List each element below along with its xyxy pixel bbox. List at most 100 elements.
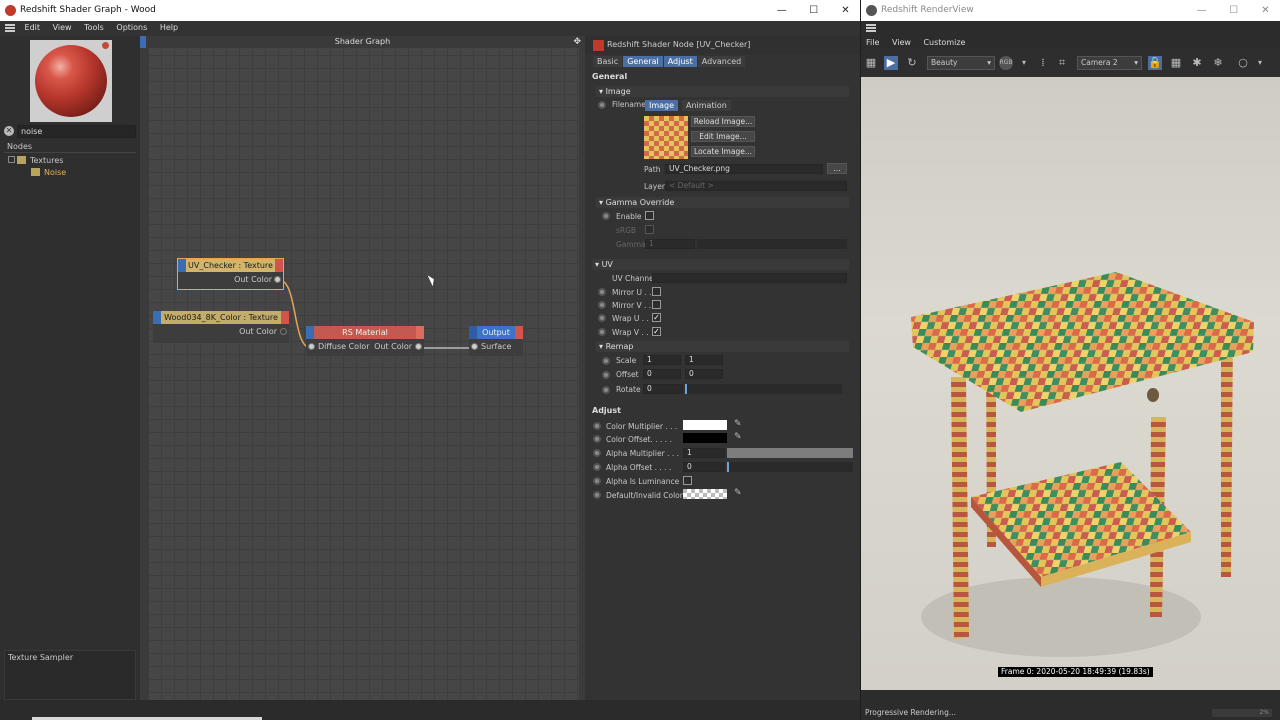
alpha-luminance-checkbox[interactable] <box>683 476 692 485</box>
rotate-slider[interactable] <box>685 384 842 394</box>
aov-select[interactable]: Beauty ▾ <box>927 56 995 70</box>
tab-basic[interactable]: Basic <box>593 56 623 67</box>
reload-image-button[interactable]: Reload Image... <box>691 116 755 127</box>
gamma-input[interactable]: 1 <box>645 239 695 249</box>
gamma-slider[interactable] <box>697 239 847 249</box>
enable-checkbox[interactable] <box>645 211 654 220</box>
play-render-icon[interactable]: ▶ <box>884 56 898 70</box>
render-menu-view[interactable]: View <box>887 37 916 49</box>
color-multiplier-keyframe-icon[interactable] <box>593 422 601 430</box>
collapse-icon[interactable] <box>8 156 15 163</box>
tree-item-noise[interactable]: Noise <box>31 167 66 178</box>
snowflake-icon[interactable]: ✱ <box>1190 56 1204 70</box>
wrap-v-checkbox[interactable]: ✓ <box>652 327 661 336</box>
alpha-multiplier-slider[interactable] <box>727 448 853 458</box>
node-search-input[interactable] <box>17 125 136 138</box>
grid-icon[interactable]: ▦ <box>1169 56 1183 70</box>
snowflake-settings-icon[interactable]: ❄ <box>1211 56 1225 70</box>
render-menu-customize[interactable]: Customize <box>918 37 970 49</box>
node-output[interactable]: Output Surface <box>469 326 523 356</box>
output-port-icon[interactable] <box>274 276 281 283</box>
alpha-offset-input[interactable]: 0 <box>683 462 725 472</box>
lock-icon[interactable]: 🔒 <box>1148 56 1162 70</box>
crop-icon[interactable]: ⌗ <box>1055 56 1069 70</box>
render-minimize-button[interactable]: — <box>1187 0 1216 21</box>
offset-keyframe-icon[interactable] <box>602 371 610 379</box>
filename-keyframe-icon[interactable] <box>598 101 606 109</box>
srgb-checkbox[interactable] <box>645 225 654 234</box>
clear-search-icon[interactable]: ✕ <box>4 126 14 136</box>
default-color-keyframe-icon[interactable] <box>593 491 601 499</box>
remap-group[interactable]: ▾ Remap <box>596 341 849 352</box>
input-port-icon[interactable] <box>471 343 478 350</box>
layer-select[interactable]: < Default > <box>665 181 847 191</box>
image-group[interactable]: ▾ Image <box>596 86 849 97</box>
color-offset-swatch[interactable] <box>683 433 727 443</box>
close-button[interactable]: ✕ <box>831 0 860 21</box>
color-multiplier-swatch[interactable] <box>683 420 727 430</box>
menu-options[interactable]: Options <box>111 21 152 35</box>
wrap-u-keyframe-icon[interactable] <box>598 314 606 322</box>
output-port-icon[interactable] <box>415 343 422 350</box>
node-uv-checker[interactable]: UV_Checker : Texture Out Color <box>177 258 284 290</box>
wrap-v-keyframe-icon[interactable] <box>598 328 606 336</box>
uv-channel-input[interactable] <box>652 273 847 283</box>
alpha-luminance-keyframe-icon[interactable] <box>593 477 601 485</box>
alpha-offset-slider[interactable] <box>727 462 853 472</box>
minimize-button[interactable]: — <box>767 0 796 21</box>
tree-item-textures[interactable]: Textures <box>8 155 63 166</box>
circle-icon[interactable]: ○ <box>1236 56 1250 70</box>
rotate-input[interactable]: 0 <box>643 384 683 394</box>
mirror-v-keyframe-icon[interactable] <box>598 301 606 309</box>
mirror-v-checkbox[interactable] <box>652 300 661 309</box>
enable-keyframe-icon[interactable] <box>602 212 610 220</box>
eyedropper-icon[interactable]: ✎ <box>734 489 743 498</box>
menu-help[interactable]: Help <box>155 21 183 35</box>
render-menu-file[interactable]: File <box>861 37 884 49</box>
maximize-button[interactable]: ☐ <box>799 0 828 21</box>
refresh-icon[interactable]: ↻ <box>905 56 919 70</box>
dots-icon[interactable]: ⁞ <box>1036 56 1050 70</box>
tab-general[interactable]: General <box>623 56 663 67</box>
edit-image-button[interactable]: Edit Image... <box>691 131 755 142</box>
mirror-u-checkbox[interactable] <box>652 287 661 296</box>
menu-view[interactable]: View <box>48 21 77 35</box>
chevron-down-icon[interactable]: ▾ <box>1017 56 1031 70</box>
node-rs-material[interactable]: RS Material Diffuse Color Out Color <box>306 326 424 356</box>
alpha-multiplier-input[interactable]: 1 <box>683 448 725 458</box>
eyedropper-icon[interactable]: ✎ <box>734 420 743 429</box>
tab-adjust[interactable]: Adjust <box>663 56 697 67</box>
node-wood-texture[interactable]: Wood034_8K_Color : Texture Out Color <box>153 311 289 343</box>
offset-x-input[interactable]: 0 <box>643 369 681 379</box>
color-offset-keyframe-icon[interactable] <box>593 435 601 443</box>
eyedropper-icon[interactable]: ✎ <box>734 433 743 442</box>
rotate-keyframe-icon[interactable] <box>602 386 610 394</box>
camera-select[interactable]: Camera 2 ▾ <box>1077 56 1142 70</box>
tab-advanced[interactable]: Advanced <box>697 56 746 67</box>
uv-group[interactable]: ▾ UV <box>592 259 849 270</box>
shader-graph-canvas[interactable]: Shader Graph ✥ UV_Checker : Texture Out … <box>140 36 585 700</box>
hamburger-icon[interactable] <box>5 24 15 32</box>
menu-tools[interactable]: Tools <box>79 21 109 35</box>
alpha-offset-keyframe-icon[interactable] <box>593 463 601 471</box>
render-close-button[interactable]: ✕ <box>1251 0 1280 21</box>
file-tab-animation[interactable]: Animation <box>682 100 731 111</box>
offset-y-input[interactable]: 0 <box>685 369 723 379</box>
preview-close-icon[interactable] <box>102 42 109 49</box>
film-icon[interactable]: ▦ <box>864 56 878 70</box>
input-port-icon[interactable] <box>308 343 315 350</box>
scale-keyframe-icon[interactable] <box>602 357 610 365</box>
menu-edit[interactable]: Edit <box>20 21 46 35</box>
path-input[interactable]: UV_Checker.png <box>665 164 823 174</box>
render-maximize-button[interactable]: ☐ <box>1219 0 1248 21</box>
mirror-u-keyframe-icon[interactable] <box>598 288 606 296</box>
chevron-down-icon[interactable]: ▾ <box>1253 56 1267 70</box>
render-viewport[interactable]: Frame 0: 2020-05-20 18:49:39 (19.83s) <box>861 77 1280 690</box>
wrap-u-checkbox[interactable]: ✓ <box>652 313 661 322</box>
rgb-channel-icon[interactable]: RGB <box>999 56 1013 70</box>
locate-image-button[interactable]: Locate Image... <box>691 146 755 157</box>
file-tab-image[interactable]: Image <box>645 100 679 111</box>
browse-button[interactable]: ... <box>827 163 847 174</box>
gamma-override-group[interactable]: ▾ Gamma Override <box>596 197 849 208</box>
scale-y-input[interactable]: 1 <box>685 355 723 365</box>
